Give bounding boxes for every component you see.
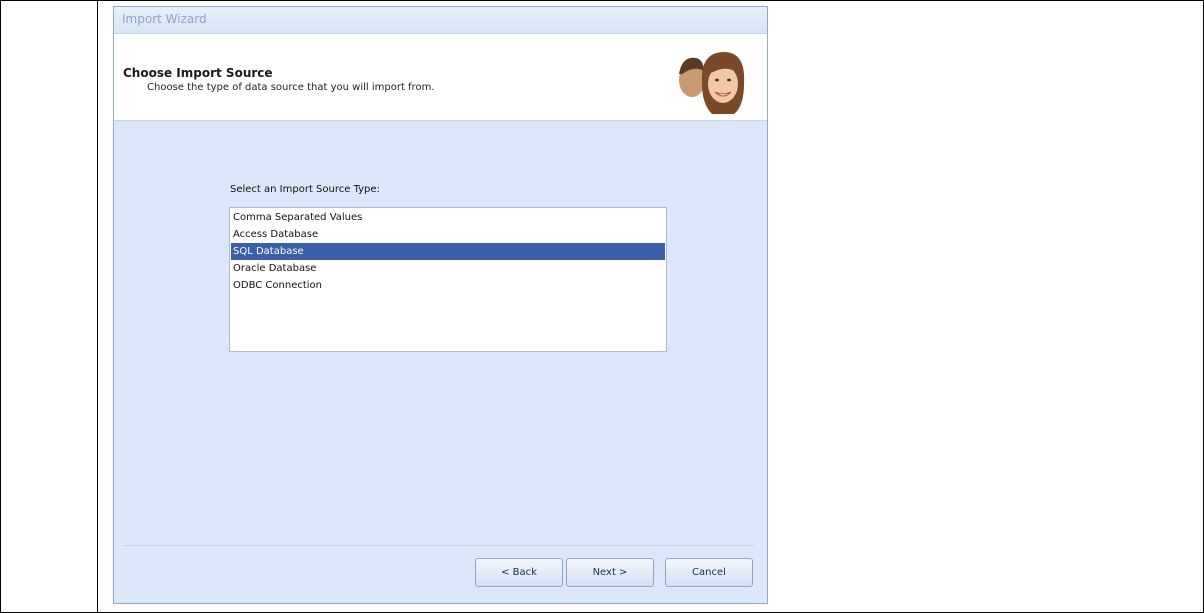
page-title: Choose Import Source <box>123 66 273 80</box>
frame-divider <box>97 0 98 613</box>
page-subtitle: Choose the type of data source that you … <box>147 82 435 93</box>
title-bar: Import Wizard <box>114 7 767 34</box>
footer-divider <box>124 545 754 546</box>
source-type-label: Select an Import Source Type: <box>230 184 380 195</box>
import-wizard-window: Import Wizard Choose Import Source Choos… <box>113 6 768 604</box>
next-button[interactable]: Next > <box>566 558 654 587</box>
cancel-button[interactable]: Cancel <box>665 558 753 587</box>
source-type-listbox[interactable]: Comma Separated Values Access Database S… <box>229 207 667 352</box>
list-item-odbc[interactable]: ODBC Connection <box>231 277 665 294</box>
list-item-access[interactable]: Access Database <box>231 226 665 243</box>
list-item-sql[interactable]: SQL Database <box>231 243 665 260</box>
wizard-header: Choose Import Source Choose the type of … <box>114 34 767 121</box>
people-photo-icon <box>679 52 745 114</box>
window-title: Import Wizard <box>122 12 207 26</box>
back-button[interactable]: < Back <box>475 558 563 587</box>
list-item-csv[interactable]: Comma Separated Values <box>231 209 665 226</box>
list-item-oracle[interactable]: Oracle Database <box>231 260 665 277</box>
